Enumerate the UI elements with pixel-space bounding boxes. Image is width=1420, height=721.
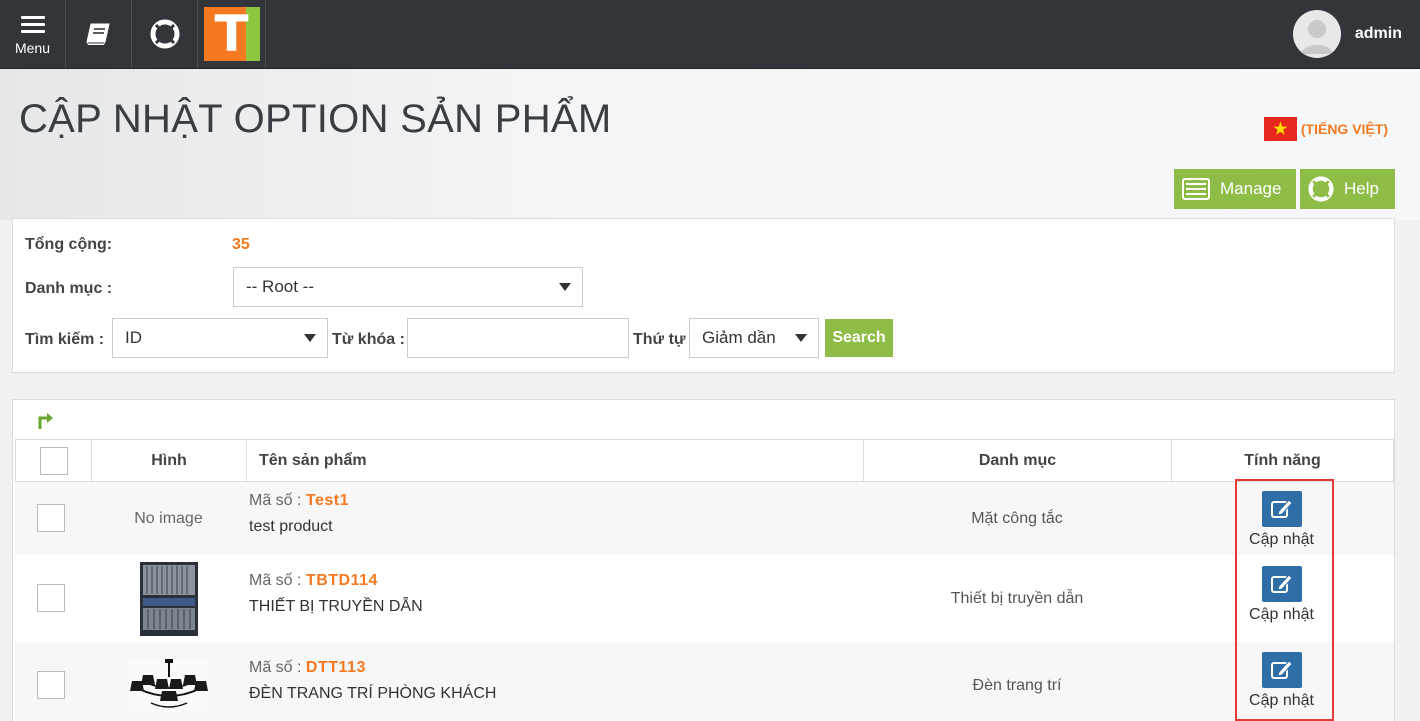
chevron-down-icon [559, 283, 571, 291]
manage-label: Manage [1220, 179, 1282, 198]
product-thumbnail[interactable] [91, 559, 246, 639]
code-label: Mã số : [249, 572, 302, 589]
page-header: CẬP NHẬT OPTION SẢN PHẨM ★ (TIẾNG VIỆT) … [0, 69, 1420, 220]
product-name: test product [249, 518, 333, 535]
category-label: Danh mục : [25, 280, 113, 297]
order-select[interactable]: Giảm dần [689, 318, 819, 358]
select-all-cell [16, 440, 92, 481]
total-value: 35 [232, 236, 250, 253]
search-field-value: ID [125, 328, 142, 347]
row-checkbox[interactable] [37, 671, 65, 699]
product-thumbnail[interactable] [91, 658, 246, 714]
hamburger-icon [20, 16, 45, 34]
book-button[interactable] [66, 0, 132, 68]
column-header-image[interactable]: Hình [92, 440, 247, 481]
table-header: Hình Tên sản phẩm Danh mục Tính năng [15, 439, 1394, 482]
product-table-panel: Hình Tên sản phẩm Danh mục Tính năng No … [12, 399, 1395, 721]
book-icon [85, 23, 110, 45]
menu-button[interactable]: Menu [0, 0, 66, 68]
category-select-value: -- Root -- [246, 277, 314, 296]
logo-icon: T [203, 7, 260, 61]
category-select[interactable]: -- Root -- [233, 267, 583, 307]
export-arrow-icon[interactable] [37, 412, 55, 430]
user-menu[interactable]: admin [1292, 9, 1402, 59]
chandelier-image [128, 659, 209, 713]
product-name: ĐÈN TRANG TRÍ PHÒNG KHÁCH [249, 685, 497, 702]
product-name: THIẾT BỊ TRUYỀN DẪN [249, 598, 423, 615]
list-icon [1182, 178, 1210, 200]
search-field-label: Tìm kiếm : [25, 331, 105, 348]
select-all-checkbox[interactable] [39, 446, 68, 475]
column-header-name[interactable]: Tên sản phẩm [247, 440, 864, 481]
total-label: Tổng cộng: [25, 236, 113, 253]
avatar [1292, 10, 1341, 58]
product-category: Đèn trang trí [972, 676, 1062, 694]
table-row: No image Mã số : Test1 test product Mặt … [15, 482, 1394, 555]
actions-highlight-box [1235, 479, 1334, 721]
user-name: admin [1354, 25, 1402, 42]
transmission-device-image [139, 562, 198, 636]
language-selector[interactable]: ★ (TIẾNG VIỆT) [1263, 117, 1388, 141]
lifebuoy-icon [1308, 176, 1334, 202]
filter-panel: Tổng cộng: 35 Danh mục : -- Root -- Tìm … [12, 218, 1395, 373]
code-label: Mã số : [249, 492, 302, 509]
search-field-select[interactable]: ID [112, 318, 328, 358]
manage-button[interactable]: Manage [1174, 169, 1296, 209]
keyword-label: Từ khóa : [332, 331, 405, 348]
lifebuoy-icon [150, 19, 179, 49]
product-category: Mặt công tắc [971, 509, 1063, 527]
search-button[interactable]: Search [825, 319, 893, 357]
row-checkbox[interactable] [37, 504, 65, 532]
help-button[interactable]: Help [1300, 169, 1395, 209]
no-image-text: No image [134, 509, 203, 527]
chevron-down-icon [304, 334, 316, 342]
language-label: (TIẾNG VIỆT) [1300, 121, 1388, 137]
table-row: Mã số : DTT113 ĐÈN TRANG TRÍ PHÒNG KHÁCH… [15, 642, 1394, 721]
top-navbar: Menu T admin [0, 0, 1420, 69]
chevron-down-icon [795, 334, 807, 342]
column-header-category[interactable]: Danh mục [864, 440, 1172, 481]
support-button[interactable] [132, 0, 198, 68]
product-code[interactable]: TBTD114 [306, 572, 378, 589]
menu-label: Menu [14, 40, 51, 56]
column-header-actions: Tính năng [1244, 451, 1321, 469]
page-title: CẬP NHẬT OPTION SẢN PHẨM [19, 97, 612, 141]
keyword-input[interactable] [407, 318, 629, 358]
table-row: Mã số : TBTD114 THIẾT BỊ TRUYỀN DẪN Thiế… [15, 555, 1394, 642]
code-label: Mã số : [249, 659, 302, 676]
order-select-value: Giảm dần [702, 328, 776, 347]
product-code[interactable]: Test1 [306, 492, 349, 509]
product-category: Thiết bị truyền dẫn [950, 589, 1084, 607]
brand-logo[interactable]: T [198, 0, 266, 68]
order-label: Thứ tự [633, 331, 686, 348]
help-label: Help [1344, 179, 1379, 198]
product-code[interactable]: DTT113 [306, 659, 366, 676]
row-checkbox[interactable] [37, 584, 65, 612]
vietnam-flag-icon: ★ [1263, 117, 1297, 141]
